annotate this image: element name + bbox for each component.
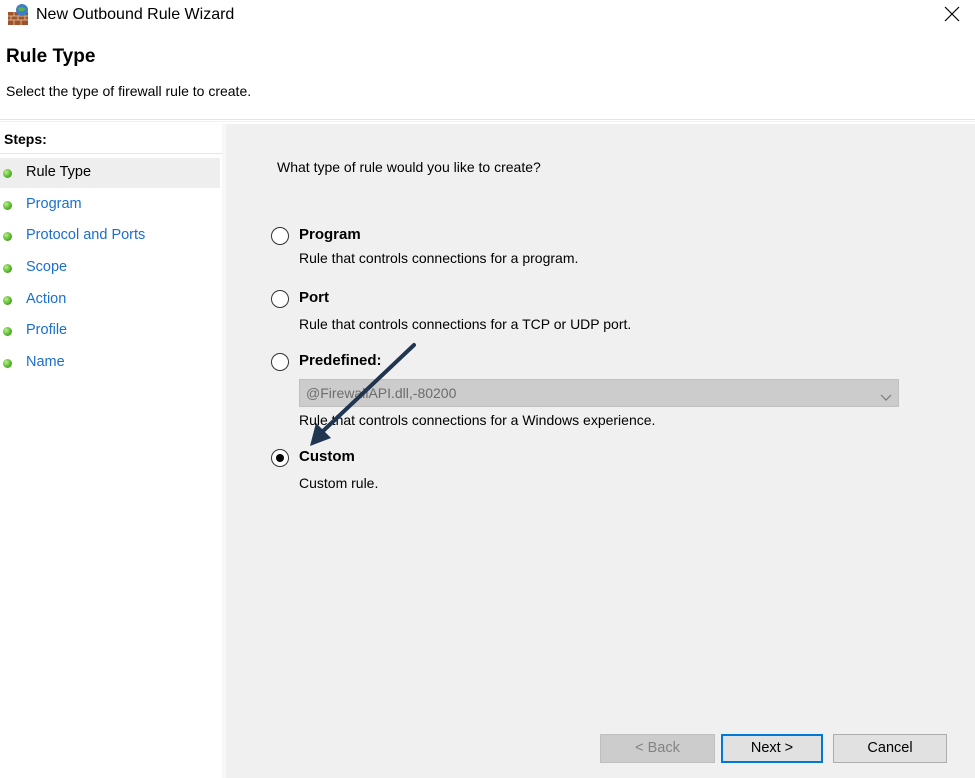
step-status-icon xyxy=(3,169,12,178)
step-label: Rule Type xyxy=(26,164,92,180)
option-description: Rule that controls connections for a TCP… xyxy=(299,316,632,332)
step-status-icon xyxy=(3,264,12,273)
step-label: Profile xyxy=(26,322,68,338)
steps-heading: Steps: xyxy=(4,131,47,147)
option-description: Rule that controls connections for a pro… xyxy=(299,250,579,266)
option-program[interactable]: Program Rule that controls connections f… xyxy=(271,226,911,270)
header-divider xyxy=(0,119,975,120)
step-action[interactable]: Action xyxy=(0,285,220,315)
title-bar: New Outbound Rule Wizard xyxy=(0,0,975,32)
steps-panel: Steps: Rule Type Program Protocol and Po… xyxy=(0,124,222,778)
step-profile[interactable]: Profile xyxy=(0,316,220,346)
rule-type-question: What type of rule would you like to crea… xyxy=(277,159,541,175)
port-radio[interactable] xyxy=(271,290,289,308)
step-label: Protocol and Ports xyxy=(26,227,146,243)
option-custom[interactable]: Custom Custom rule. xyxy=(271,448,911,492)
close-icon xyxy=(944,6,960,27)
option-title: Program xyxy=(299,226,361,243)
cancel-button[interactable]: Cancel xyxy=(833,734,947,763)
option-description: Rule that controls connections for a Win… xyxy=(299,412,656,428)
custom-radio[interactable] xyxy=(271,449,289,467)
window-title: New Outbound Rule Wizard xyxy=(36,6,235,23)
firewall-icon xyxy=(6,3,32,27)
predefined-rule-select[interactable]: @FirewallAPI.dll,-80200 xyxy=(299,379,899,407)
step-status-icon xyxy=(3,201,12,210)
step-label: Name xyxy=(26,354,65,370)
steps-heading-divider xyxy=(0,153,222,154)
step-label: Program xyxy=(26,196,82,212)
option-title: Custom xyxy=(299,448,355,465)
option-description: Custom rule. xyxy=(299,475,379,491)
step-scope[interactable]: Scope xyxy=(0,253,220,283)
step-status-icon xyxy=(3,327,12,336)
step-label: Action xyxy=(26,291,67,307)
predefined-radio[interactable] xyxy=(271,353,289,371)
step-protocol-and-ports[interactable]: Protocol and Ports xyxy=(0,221,220,251)
predefined-select-value: @FirewallAPI.dll,-80200 xyxy=(306,385,457,401)
chevron-down-icon xyxy=(880,389,892,401)
step-status-icon xyxy=(3,232,12,241)
page-title: Rule Type xyxy=(6,46,96,67)
step-rule-type[interactable]: Rule Type xyxy=(0,158,220,188)
main-panel: What type of rule would you like to crea… xyxy=(226,124,975,778)
close-button[interactable] xyxy=(935,2,969,30)
step-label: Scope xyxy=(26,259,68,275)
page-subtitle: Select the type of firewall rule to crea… xyxy=(6,83,252,99)
header-divider-shadow xyxy=(0,121,975,122)
program-radio[interactable] xyxy=(271,227,289,245)
option-title: Predefined: xyxy=(299,352,382,369)
step-status-icon xyxy=(3,296,12,305)
step-status-icon xyxy=(3,359,12,368)
step-name[interactable]: Name xyxy=(0,348,220,378)
back-button[interactable]: < Back xyxy=(600,734,715,763)
option-title: Port xyxy=(299,289,329,306)
option-port[interactable]: Port Rule that controls connections for … xyxy=(271,289,911,335)
step-program[interactable]: Program xyxy=(0,190,220,220)
next-button[interactable]: Next > xyxy=(721,734,823,763)
